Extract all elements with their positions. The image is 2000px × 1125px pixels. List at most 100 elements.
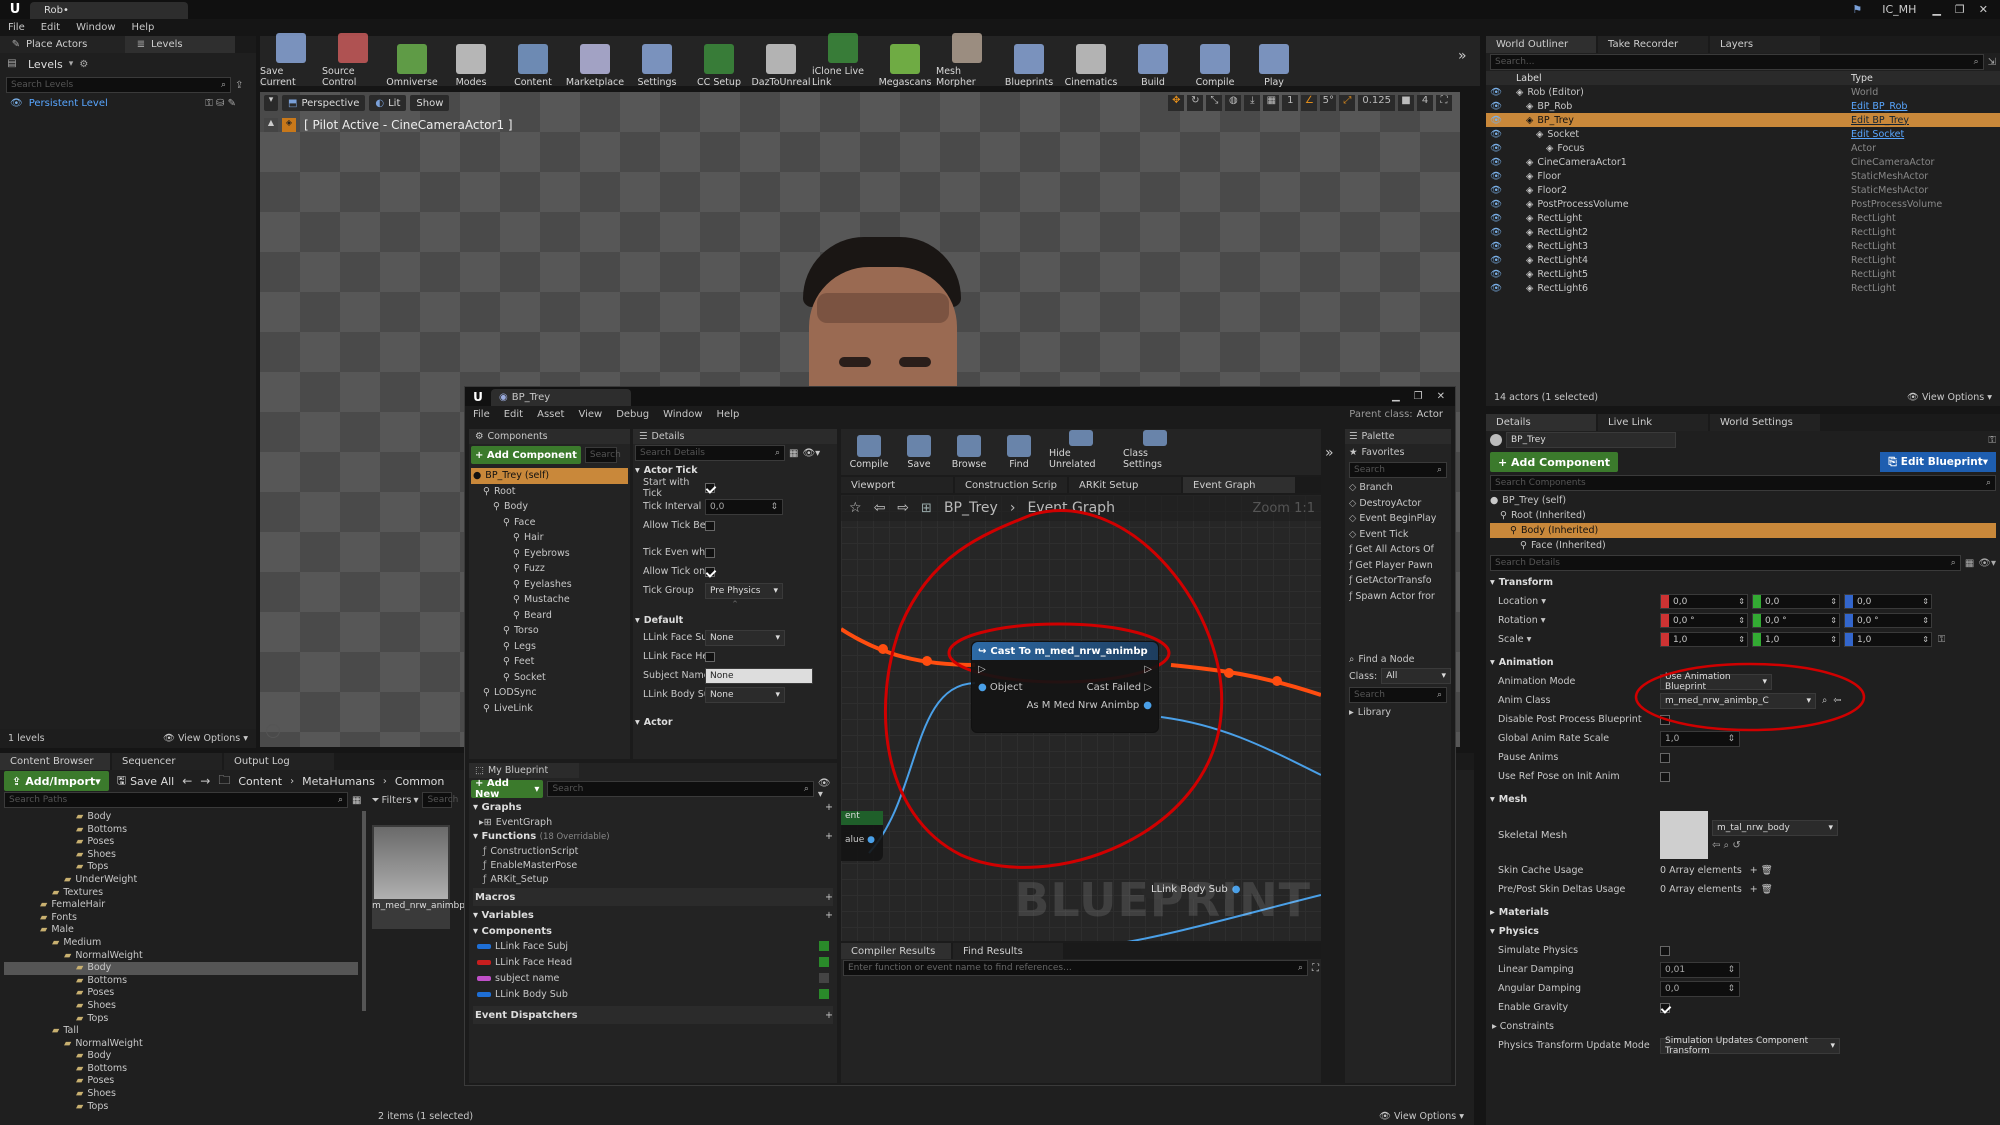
bp-component-row[interactable]: ⚲ Feet bbox=[471, 654, 628, 670]
variables-header[interactable]: ▾ Variables + bbox=[473, 906, 833, 924]
functions-header[interactable]: ▾ Functions (18 Overridable) + bbox=[473, 829, 833, 844]
compile-button[interactable]: Compile bbox=[1184, 30, 1246, 92]
edit-blueprint-button[interactable]: ⎘ Edit Blueprint ▾ bbox=[1880, 452, 1996, 472]
value-pin[interactable]: alue ● bbox=[841, 825, 883, 845]
allow-tick-before-checkbox[interactable] bbox=[705, 520, 715, 531]
levels-dropdown-icon[interactable]: ▾ bbox=[69, 59, 74, 69]
search-details-input[interactable]: Search Details ⌕ bbox=[1490, 555, 1961, 571]
tab-take-recorder[interactable]: Take Recorder bbox=[1598, 36, 1708, 53]
start-tick-checkbox[interactable] bbox=[705, 482, 715, 493]
tab-viewport[interactable]: Viewport bbox=[841, 477, 953, 493]
breadcrumb-common[interactable]: Common bbox=[395, 775, 445, 788]
palette-item[interactable]: ƒ Get Player Pawn bbox=[1349, 558, 1447, 574]
bp-component-row[interactable]: ⚲ Eyelashes bbox=[471, 577, 628, 593]
visibility-eye-icon[interactable]: 👁 bbox=[1486, 87, 1506, 98]
surface-snap-icon[interactable]: ⤓ bbox=[1244, 95, 1261, 111]
bp-tab[interactable]: ◉ BP_Trey bbox=[491, 389, 631, 406]
visibility-eye-icon[interactable]: 👁 bbox=[1486, 115, 1506, 126]
object-pin[interactable]: ● Object bbox=[978, 682, 1023, 693]
my-blueprint-tab[interactable]: ⬚ My Blueprint bbox=[469, 763, 579, 778]
folder-row[interactable]: ▰ Textures bbox=[4, 887, 358, 900]
outliner-row[interactable]: 👁 ◈ RectLight RectLight bbox=[1486, 211, 2000, 225]
tree-scrollbar[interactable] bbox=[362, 811, 366, 1011]
body-sub-dropdown[interactable]: None ▾ bbox=[705, 686, 785, 703]
bp-add-component-button[interactable]: + Add Component bbox=[471, 446, 581, 464]
find-references-input[interactable]: Enter function or event name to find ref… bbox=[843, 960, 1308, 976]
save-current-button[interactable]: Save Current bbox=[260, 30, 322, 92]
variable-visibility-icon[interactable] bbox=[819, 957, 829, 967]
folder-row[interactable]: ▰ NormalWeight bbox=[4, 950, 358, 963]
camera-speed-value[interactable]: 4 bbox=[1417, 95, 1433, 111]
tab-world-settings[interactable]: World Settings bbox=[1710, 414, 1820, 431]
scale-snap-icon[interactable]: ⤢ bbox=[1339, 95, 1356, 111]
component-row[interactable]: ⚲ Body (Inherited) bbox=[1490, 523, 1996, 538]
add-variable-icon[interactable]: + bbox=[825, 910, 833, 921]
outliner-row[interactable]: 👁 ◈ Focus Actor bbox=[1486, 141, 2000, 155]
bp-component-row[interactable]: ⚲ Beard bbox=[471, 608, 628, 624]
palette-item[interactable]: ƒ Spawn Actor fror bbox=[1349, 589, 1447, 605]
rot-x-input[interactable]: 0,0 ° ⇕ bbox=[1660, 613, 1748, 628]
menu-edit[interactable]: Edit bbox=[41, 22, 60, 33]
variable-visibility-icon[interactable] bbox=[819, 989, 829, 999]
event-graph-item[interactable]: ▸⊞ EventGraph bbox=[473, 815, 833, 829]
bp-search-details[interactable]: Search Details ⌕ bbox=[635, 445, 785, 461]
event-graph-canvas[interactable]: ☆ ⇦ ⇨ ⊞ BP_Trey › Event Graph Zoom 1:1 ↪… bbox=[841, 495, 1321, 941]
close-icon[interactable]: ✕ bbox=[1979, 3, 1988, 16]
subject-name-input[interactable]: None bbox=[705, 667, 813, 684]
actor-section-header[interactable]: ▾ Actor bbox=[635, 714, 835, 730]
add-dispatcher-icon[interactable]: + bbox=[825, 1010, 833, 1021]
loc-z-input[interactable]: 0,0 ⇕ bbox=[1844, 594, 1932, 609]
save-button[interactable]: Save bbox=[899, 430, 939, 474]
folder-row[interactable]: ▰ Tops bbox=[4, 1013, 358, 1026]
folder-row[interactable]: ▰ Shoes bbox=[4, 849, 358, 862]
visibility-eye-icon[interactable]: 👁 bbox=[1486, 171, 1506, 182]
outliner-add-icon[interactable]: ⇲ bbox=[1988, 57, 1996, 68]
exec-out-pin-icon[interactable]: ▷ bbox=[1144, 664, 1152, 675]
cb-view-options[interactable]: 👁 View Options ▾ bbox=[1379, 1111, 1464, 1122]
add-component-button[interactable]: + Add Component bbox=[1490, 452, 1619, 472]
outliner-row-type[interactable]: Edit BP_Trey bbox=[1851, 115, 1909, 126]
source-control-button[interactable]: Source Control bbox=[322, 30, 384, 92]
my-blueprint-search[interactable]: Search ⌕ bbox=[547, 781, 814, 797]
outliner-view-options[interactable]: 👁 View Options ▾ bbox=[1907, 392, 1992, 403]
palette-item[interactable]: ƒ Get All Actors Of bbox=[1349, 542, 1447, 558]
settings-button[interactable]: Settings bbox=[626, 30, 688, 92]
bp-components-tab[interactable]: ⚙ Components bbox=[469, 429, 630, 444]
scale-label[interactable]: Scale ▾ bbox=[1490, 634, 1660, 645]
outliner-row[interactable]: 👁 ◈ BP_Rob Edit BP_Rob bbox=[1486, 99, 2000, 113]
face-head-checkbox[interactable] bbox=[705, 651, 715, 662]
grid-snap-icon[interactable]: ▦ bbox=[1263, 95, 1280, 111]
visibility-eye-icon[interactable]: 👁 bbox=[1486, 283, 1506, 294]
bp-component-row[interactable]: ⚲ Root bbox=[471, 484, 628, 500]
macros-header[interactable]: Macros + bbox=[473, 888, 833, 906]
default-section-header[interactable]: ▾ Default bbox=[635, 612, 835, 628]
skeletal-mesh-thumbnail[interactable] bbox=[1660, 811, 1708, 859]
class-settings-button[interactable]: Class Settings bbox=[1123, 430, 1187, 474]
folder-row[interactable]: ▰ Bottoms bbox=[4, 1063, 358, 1076]
palette-item[interactable]: ◇ Event BeginPlay bbox=[1349, 511, 1447, 527]
add-macro-icon[interactable]: + bbox=[825, 892, 833, 903]
bp-view-options-icon[interactable]: 👁▾ bbox=[802, 448, 820, 459]
bp-component-row[interactable]: ⚲ Socket bbox=[471, 670, 628, 686]
save-levels-icon[interactable]: ⇪ bbox=[235, 80, 243, 91]
collapse-arrow-icon[interactable]: ⌃ bbox=[635, 600, 835, 612]
outliner-row-type[interactable]: Edit BP_Rob bbox=[1851, 101, 1907, 112]
camera-speed-icon[interactable]: ■ bbox=[1398, 95, 1414, 111]
level-row[interactable]: 👁 Persistent Level ⚿ ⛁ ✎ bbox=[0, 95, 256, 111]
bp-menu-edit[interactable]: Edit bbox=[504, 409, 523, 420]
nav-back-icon[interactable]: ← bbox=[182, 774, 192, 788]
outliner-row[interactable]: 👁 ◈ Rob (Editor) World bbox=[1486, 85, 2000, 99]
folder-row[interactable]: ▰ Shoes bbox=[4, 1000, 358, 1013]
outliner-row[interactable]: 👁 ◈ RectLight3 RectLight bbox=[1486, 239, 2000, 253]
palette-item[interactable]: ƒ GetActorTransfo bbox=[1349, 573, 1447, 589]
folder-row[interactable]: ▰ UnderWeight bbox=[4, 874, 358, 887]
constraints-header[interactable]: ▸ Constraints bbox=[1490, 1021, 1554, 1032]
visibility-eye-icon[interactable]: 👁 bbox=[1486, 129, 1506, 140]
library-item[interactable]: ▸ Library bbox=[1345, 705, 1451, 719]
bp-toolbar-overflow-icon[interactable]: » bbox=[1325, 445, 1334, 461]
lit-button[interactable]: ◐ Lit bbox=[369, 95, 407, 111]
bp-menu-view[interactable]: View bbox=[578, 409, 602, 420]
asset-tile[interactable]: m_med_nrw_animbp bbox=[372, 825, 465, 929]
outliner-row[interactable]: 👁 ◈ RectLight5 RectLight bbox=[1486, 267, 2000, 281]
folder-row[interactable]: ▰ Fonts bbox=[4, 912, 358, 925]
